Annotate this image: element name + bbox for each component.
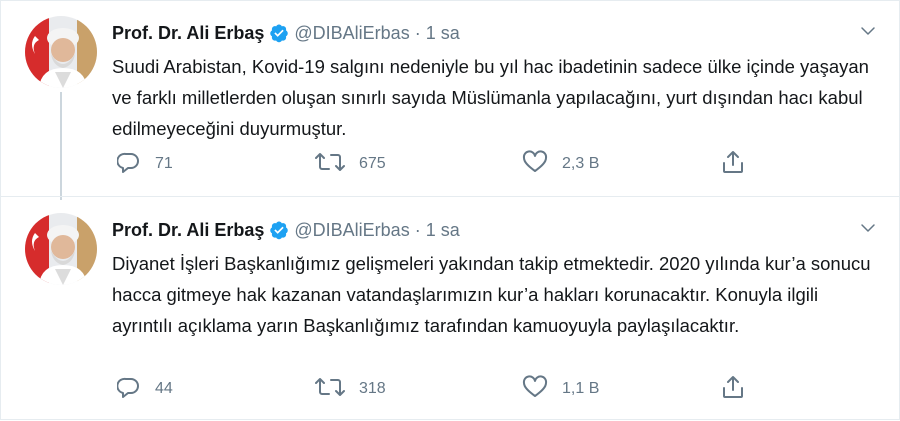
reply-count: 44 bbox=[155, 380, 173, 397]
author-handle[interactable]: @DIBAliErbas bbox=[294, 23, 409, 44]
tweet[interactable]: Prof. Dr. Ali Erbaş @DIBAliErbas · 1 sa … bbox=[0, 196, 900, 421]
retweet-icon bbox=[315, 375, 345, 404]
author-name[interactable]: Prof. Dr. Ali Erbaş bbox=[112, 23, 264, 44]
share-button[interactable] bbox=[721, 150, 745, 178]
avatar[interactable] bbox=[25, 213, 97, 285]
tweet-text: Diyanet İşleri Başkanlığımız gelişmeleri… bbox=[112, 253, 871, 336]
heart-icon bbox=[522, 374, 548, 404]
chevron-down-icon[interactable] bbox=[859, 22, 877, 45]
reply-button[interactable]: 44 bbox=[116, 375, 173, 404]
retweet-count: 675 bbox=[359, 155, 386, 172]
verified-badge-icon bbox=[269, 220, 289, 240]
like-count: 1,1 B bbox=[562, 380, 600, 397]
heart-icon bbox=[522, 149, 548, 179]
reply-count: 71 bbox=[155, 155, 173, 172]
reply-button[interactable]: 71 bbox=[116, 150, 173, 179]
retweet-button[interactable]: 675 bbox=[315, 150, 386, 178]
author-name[interactable]: Prof. Dr. Ali Erbaş bbox=[112, 220, 264, 241]
retweet-icon bbox=[315, 150, 345, 179]
retweet-button[interactable]: 318 bbox=[315, 375, 386, 403]
verified-badge-icon bbox=[269, 23, 289, 43]
retweet-count: 318 bbox=[359, 380, 386, 397]
tweet-actions: 71 675 2,3 B bbox=[112, 149, 772, 179]
tweet-header: Prof. Dr. Ali Erbaş @DIBAliErbas · 1 sa bbox=[112, 20, 460, 46]
chevron-down-icon[interactable] bbox=[859, 219, 877, 242]
share-button[interactable] bbox=[721, 375, 745, 403]
avatar[interactable] bbox=[25, 16, 97, 88]
tweet-timestamp[interactable]: 1 sa bbox=[426, 23, 460, 44]
tweet-text: Suudi Arabistan, Kovid-19 salgını nedeni… bbox=[112, 56, 869, 139]
like-button[interactable]: 1,1 B bbox=[522, 374, 600, 404]
separator-dot: · bbox=[414, 219, 421, 240]
tweet-header: Prof. Dr. Ali Erbaş @DIBAliErbas · 1 sa bbox=[112, 217, 460, 243]
like-button[interactable]: 2,3 B bbox=[522, 149, 600, 179]
reply-icon bbox=[116, 150, 141, 179]
tweet[interactable]: Prof. Dr. Ali Erbaş @DIBAliErbas · 1 sa … bbox=[0, 0, 900, 196]
separator-dot: · bbox=[414, 22, 421, 43]
share-icon bbox=[721, 374, 745, 405]
author-handle[interactable]: @DIBAliErbas bbox=[294, 220, 409, 241]
reply-icon bbox=[116, 375, 141, 404]
like-count: 2,3 B bbox=[562, 155, 600, 172]
tweet-actions: 44 318 1,1 B bbox=[112, 374, 772, 404]
tweet-timestamp[interactable]: 1 sa bbox=[426, 220, 460, 241]
share-icon bbox=[721, 149, 745, 180]
